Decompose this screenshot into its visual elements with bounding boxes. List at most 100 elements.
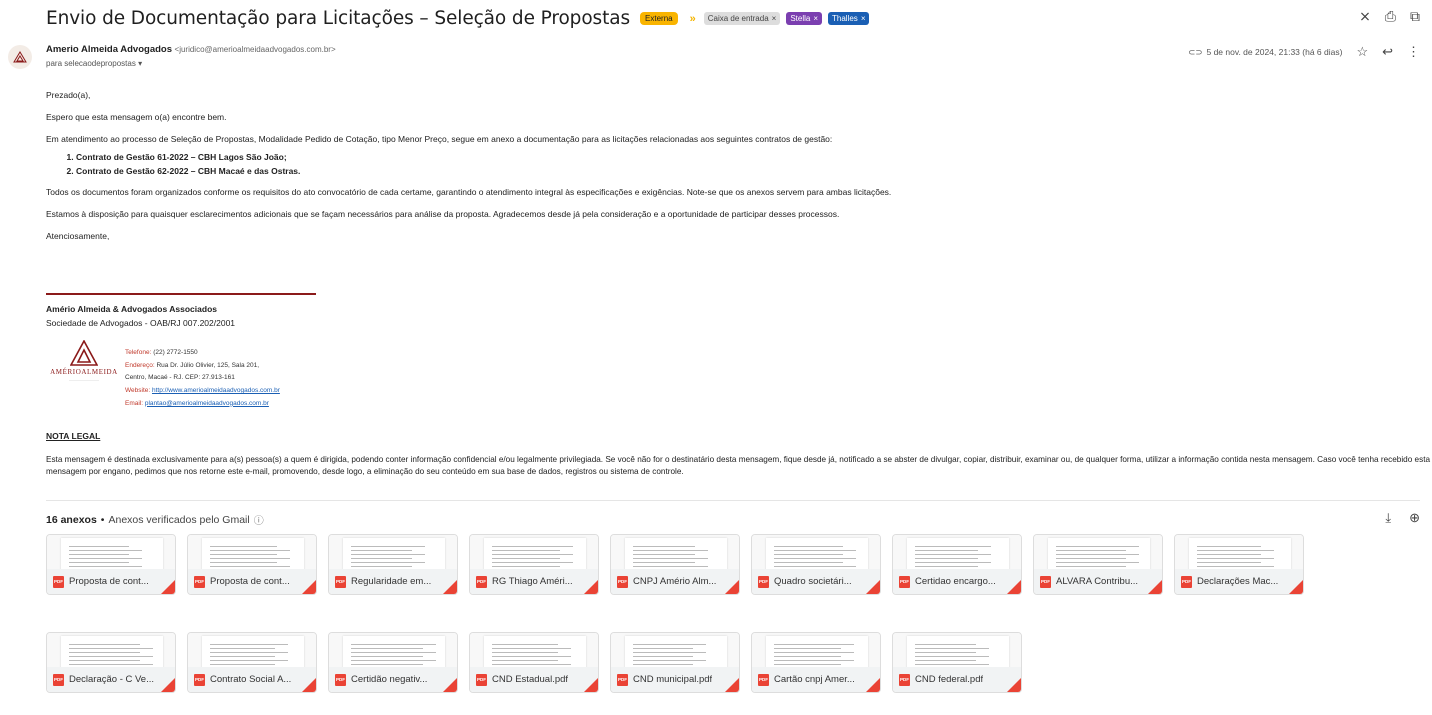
reply-icon[interactable]: ↩ bbox=[1382, 44, 1393, 60]
paragraph: Estamos à disposição para quaisquer escl… bbox=[46, 209, 840, 220]
print-icon[interactable]: ⎙ bbox=[1385, 8, 1396, 25]
attachment-card[interactable]: PDF Proposta de cont... bbox=[187, 534, 317, 595]
attachments-count: 16 anexos bbox=[46, 513, 97, 526]
signature-divider bbox=[46, 293, 316, 295]
collapse-all-icon[interactable]: ⨯ bbox=[1359, 8, 1371, 25]
pdf-icon: PDF bbox=[899, 673, 910, 686]
attachment-name: Declarações Mac... bbox=[1197, 576, 1279, 587]
attachment-name: CND Estadual.pdf bbox=[492, 674, 569, 685]
attachment-name: Proposta de cont... bbox=[210, 576, 290, 587]
remove-label-icon[interactable]: × bbox=[861, 14, 866, 23]
info-icon[interactable]: ⓘ bbox=[254, 512, 264, 527]
attachments-header: 16 anexos • Anexos verificados pelo Gmai… bbox=[46, 512, 264, 528]
pdf-corner-icon bbox=[302, 580, 316, 594]
attachment-card[interactable]: PDF CND municipal.pdf bbox=[610, 632, 740, 693]
pdf-corner-icon bbox=[725, 678, 739, 692]
attachment-thumbnail bbox=[611, 633, 739, 669]
attachment-thumbnail bbox=[329, 633, 457, 669]
attachment-thumbnail bbox=[752, 535, 880, 571]
pdf-corner-icon bbox=[1148, 580, 1162, 594]
attachment-card[interactable]: PDF Declarações Mac... bbox=[1174, 534, 1304, 595]
sender-block: Amerio Almeida Advogados <juridico@ameri… bbox=[46, 44, 336, 68]
address-line-2: Centro, Macaé - RJ. CEP: 27.913-161 bbox=[125, 374, 235, 382]
attachment-card[interactable]: PDF RG Thiago Améri... bbox=[469, 534, 599, 595]
recipient-line[interactable]: para selecaodepropostas ▾ bbox=[46, 59, 336, 68]
label-stella[interactable]: Stella × bbox=[786, 12, 823, 25]
pdf-corner-icon bbox=[161, 580, 175, 594]
attachment-name: RG Thiago Améri... bbox=[492, 576, 573, 587]
closing: Atenciosamente, bbox=[46, 231, 110, 242]
attachment-card[interactable]: PDF Certidao encargo... bbox=[892, 534, 1022, 595]
pdf-corner-icon bbox=[302, 678, 316, 692]
website-link[interactable]: http://www.amerioalmeidaadvogados.com.br bbox=[152, 387, 280, 394]
download-all-icon[interactable]: ⤓ bbox=[1385, 510, 1391, 526]
attachment-name: Certidão negativ... bbox=[351, 674, 428, 685]
sender-name[interactable]: Amerio Almeida Advogados bbox=[46, 44, 172, 55]
greeting: Prezado(a), bbox=[46, 90, 91, 100]
pdf-corner-icon bbox=[1007, 580, 1021, 594]
signature-subtitle: Sociedade de Advogados - OAB/RJ 007.202/… bbox=[46, 318, 236, 328]
avatar[interactable] bbox=[8, 45, 32, 69]
email-subject: Envio de Documentação para Licitações – … bbox=[46, 8, 631, 29]
open-new-window-icon[interactable]: ⧉ bbox=[1410, 8, 1420, 25]
divider bbox=[46, 500, 1420, 501]
subject-row: Envio de Documentação para Licitações – … bbox=[46, 8, 870, 29]
attachment-card[interactable]: PDF Declaração - C Ve... bbox=[46, 632, 176, 693]
legal-note-text: Esta mensagem é destinada exclusivamente… bbox=[46, 455, 1431, 476]
remove-label-icon[interactable]: × bbox=[813, 14, 818, 23]
star-icon[interactable]: ☆ bbox=[1356, 44, 1368, 60]
email-link[interactable]: plantao@amerioalmeidaadvogados.com.br bbox=[145, 400, 269, 407]
attachment-name: CND federal.pdf bbox=[915, 674, 984, 685]
pdf-corner-icon bbox=[866, 580, 880, 594]
attachment-card[interactable]: PDF Proposta de cont... bbox=[46, 534, 176, 595]
more-options-icon[interactable]: ⋮ bbox=[1407, 44, 1420, 60]
attachment-thumbnail bbox=[47, 535, 175, 571]
label-inbox[interactable]: Caixa de entrada × bbox=[703, 12, 781, 25]
pdf-icon: PDF bbox=[335, 575, 346, 588]
attachment-name: Declaração - C Ve... bbox=[69, 674, 155, 685]
attachment-card[interactable]: PDF Regularidade em... bbox=[328, 534, 458, 595]
attachment-name: CND municipal.pdf bbox=[633, 674, 713, 685]
attachments-verified: Anexos verificados pelo Gmail bbox=[108, 513, 250, 526]
pdf-icon: PDF bbox=[53, 673, 64, 686]
attachment-card[interactable]: PDF Contrato Social A... bbox=[187, 632, 317, 693]
label-thalles[interactable]: Thalles × bbox=[828, 12, 870, 25]
attachment-card[interactable]: PDF CND Estadual.pdf bbox=[469, 632, 599, 693]
remove-label-icon[interactable]: × bbox=[772, 14, 777, 23]
list-item: Contrato de Gestão 61-2022 – CBH Lagos S… bbox=[76, 152, 1426, 163]
signature-name: Amério Almeida & Advogados Associados bbox=[46, 304, 217, 314]
pdf-icon: PDF bbox=[617, 575, 628, 588]
attachment-name: Cartão cnpj Amer... bbox=[774, 674, 855, 685]
pdf-icon: PDF bbox=[758, 673, 769, 686]
logo-subtext: —————————— bbox=[69, 378, 99, 382]
attachment-card[interactable]: PDF CNPJ Amério Alm... bbox=[610, 534, 740, 595]
pdf-icon: PDF bbox=[1040, 575, 1051, 588]
pdf-corner-icon bbox=[584, 580, 598, 594]
attachment-thumbnail bbox=[1175, 535, 1303, 571]
phone: (22) 2772-1550 bbox=[153, 349, 198, 356]
attachment-card[interactable]: PDF Cartão cnpj Amer... bbox=[751, 632, 881, 693]
attachment-thumbnail bbox=[188, 633, 316, 669]
chevron-down-icon[interactable]: ▾ bbox=[138, 59, 142, 68]
attachment-name: Regularidade em... bbox=[351, 576, 432, 587]
attachment-card[interactable]: PDF ALVARA Contribu... bbox=[1033, 534, 1163, 595]
attachment-card[interactable]: PDF Quadro societári... bbox=[751, 534, 881, 595]
logo-icon bbox=[70, 340, 98, 366]
add-to-drive-icon[interactable]: ⊕ bbox=[1409, 510, 1420, 526]
attachment-thumbnail bbox=[611, 535, 739, 571]
importance-icon[interactable]: » bbox=[690, 13, 696, 25]
attachment-card[interactable]: PDF Certidão negativ... bbox=[328, 632, 458, 693]
attachment-card[interactable]: PDF CND federal.pdf bbox=[892, 632, 1022, 693]
attachment-thumbnail bbox=[47, 633, 175, 669]
attachment-thumbnail bbox=[329, 535, 457, 571]
message-date: 5 de nov. de 2024, 21:33 (há 6 dias) bbox=[1206, 47, 1343, 57]
pdf-icon: PDF bbox=[1181, 575, 1192, 588]
pdf-icon: PDF bbox=[335, 673, 346, 686]
attachment-thumbnail bbox=[188, 535, 316, 571]
pdf-corner-icon bbox=[725, 580, 739, 594]
message-meta: ⊂⊃ 5 de nov. de 2024, 21:33 (há 6 dias) … bbox=[1188, 44, 1420, 60]
attachment-name: CNPJ Amério Alm... bbox=[633, 576, 717, 587]
attachment-thumbnail bbox=[470, 633, 598, 669]
attachment-name: Contrato Social A... bbox=[210, 674, 292, 685]
pdf-icon: PDF bbox=[899, 575, 910, 588]
